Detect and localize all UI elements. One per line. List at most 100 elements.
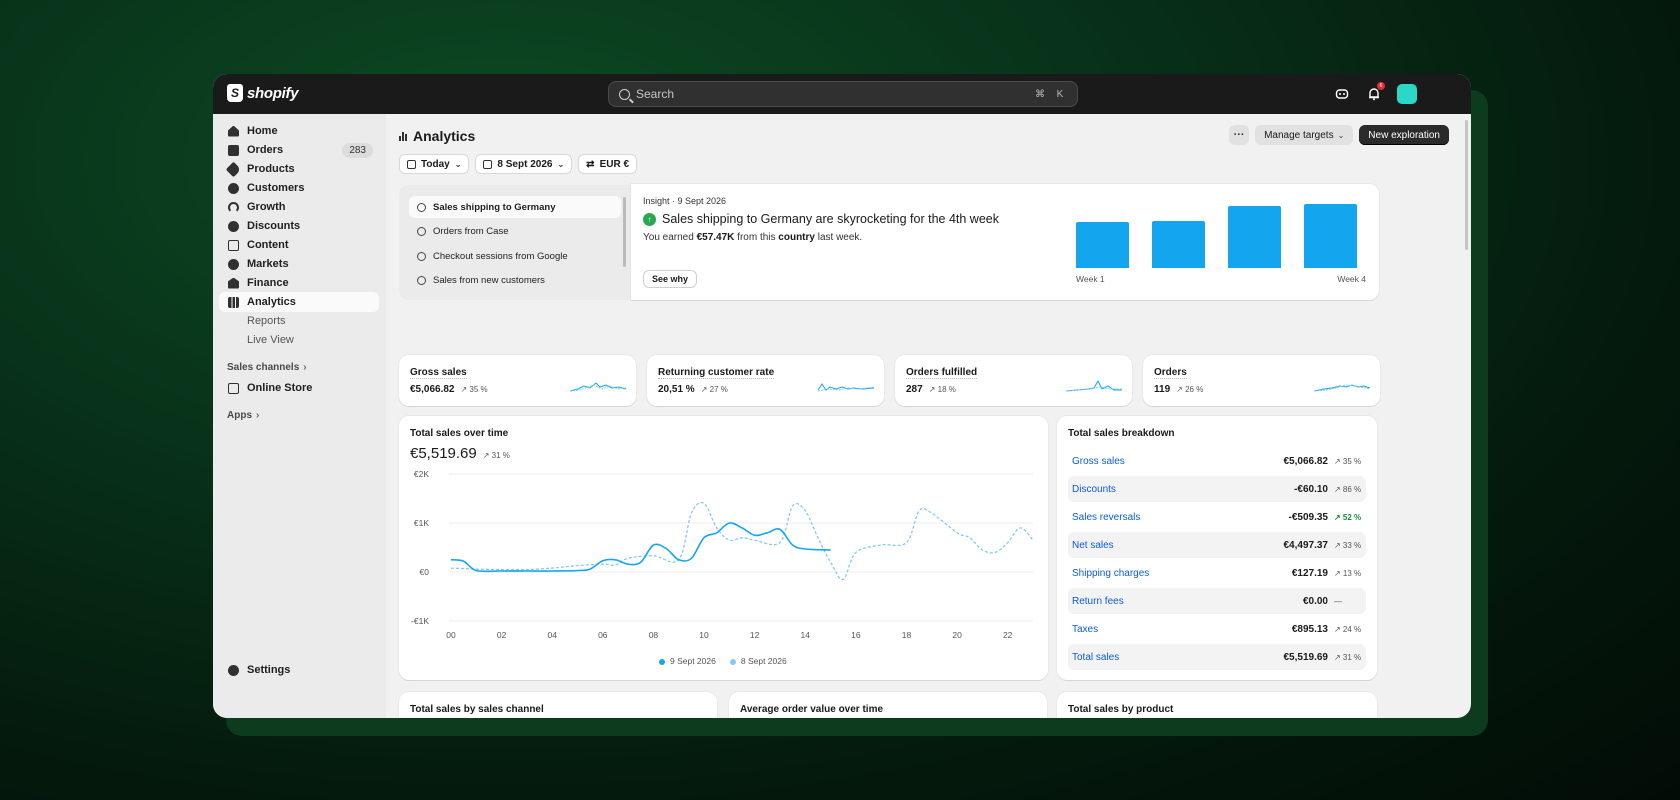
main-scrollbar[interactable]: [1465, 120, 1468, 250]
legend-item[interactable]: 9 Sept 2026: [659, 656, 716, 666]
series-line-8-sept: [450, 501, 1034, 580]
legend-dot: [729, 658, 736, 665]
breakdown-row[interactable]: Net sales €4,497.37 ↗ 33 %: [1068, 532, 1366, 558]
x-tick-label: 08: [649, 630, 659, 640]
apps-heading[interactable]: Apps ›: [227, 410, 259, 421]
breakdown-row[interactable]: Taxes €895.13 ↗ 24 %: [1068, 616, 1366, 642]
sidebar-item-settings[interactable]: Settings: [219, 660, 379, 680]
compare-date-picker[interactable]: 8 Sept 2026 ⌄: [475, 154, 573, 174]
search-icon: [619, 88, 630, 100]
insight-list-item[interactable]: Sales shipping to Germany: [409, 196, 621, 218]
trend-up-icon: [417, 226, 426, 236]
store-avatar[interactable]: [1397, 84, 1417, 104]
kpi-change: ↗ 35 %: [460, 385, 488, 394]
breakdown-row[interactable]: Shipping charges €127.19 ↗ 13 %: [1068, 560, 1366, 586]
currency-picker[interactable]: ⇄ EUR €: [578, 154, 638, 174]
insight-bar-chart: Week 1 Week 4: [1076, 198, 1366, 288]
sidebar: Home Orders 283 Products Customers Growt…: [213, 114, 386, 718]
x-tick-label: 02: [497, 630, 507, 640]
sales-channels-heading[interactable]: Sales channels ›: [227, 362, 307, 373]
breakdown-label[interactable]: Sales reversals: [1072, 512, 1289, 523]
sidebar-item-orders[interactable]: Orders 283: [219, 140, 379, 160]
insight-list-label: Orders from Case: [433, 225, 509, 237]
bell-icon[interactable]: 6: [1365, 82, 1385, 103]
sidebar-item-analytics[interactable]: Analytics: [219, 292, 379, 312]
insight-bar[interactable]: [1304, 204, 1357, 268]
kpi-sparkline: [570, 382, 626, 392]
new-exploration-button[interactable]: New exploration: [1359, 125, 1449, 145]
insight-list-item[interactable]: Checkout sessions from Google: [409, 245, 621, 267]
insight-list-scrollbar[interactable]: [623, 197, 626, 267]
trend-up-icon: [417, 251, 426, 261]
sidebar-item-label: Home: [247, 125, 278, 137]
insight-list-item[interactable]: Sales from new customers: [409, 269, 621, 291]
breakdown-label[interactable]: Shipping charges: [1072, 568, 1292, 579]
main-content: Analytics ··· Manage targets ⌄ New explo…: [386, 114, 1471, 718]
insight-body: You earned €57.47K from this country las…: [643, 232, 862, 243]
kpi-card-orders[interactable]: Orders 119 ↗ 26 %: [1143, 355, 1380, 406]
trend-up-icon: ↑: [643, 212, 656, 226]
kpi-card-gross-sales[interactable]: Gross sales €5,066.82 ↗ 35 %: [399, 355, 636, 406]
insight-bar[interactable]: [1228, 206, 1281, 268]
manage-targets-button[interactable]: Manage targets ⌄: [1255, 125, 1354, 145]
kpi-value: 119 ↗ 26 %: [1154, 384, 1203, 395]
search-input[interactable]: [636, 87, 1033, 101]
sidekick-icon[interactable]: [1333, 85, 1351, 103]
breakdown-row[interactable]: Total sales €5,519.69 ↗ 31 %: [1068, 644, 1366, 670]
breakdown-label[interactable]: Return fees: [1072, 596, 1303, 607]
legend-item[interactable]: 8 Sept 2026: [729, 656, 787, 666]
kpi-change: ↗ 18 %: [928, 385, 956, 394]
sidebar-item-products[interactable]: Products: [219, 159, 379, 179]
breakdown-row[interactable]: Gross sales €5,066.82 ↗ 35 %: [1068, 448, 1366, 474]
total-sales-breakdown-card: Total sales breakdown Gross sales €5,066.…: [1057, 416, 1377, 680]
sidebar-item-home[interactable]: Home: [219, 121, 379, 141]
breakdown-label[interactable]: Discounts: [1072, 484, 1294, 495]
breakdown-label[interactable]: Gross sales: [1072, 456, 1284, 467]
sidebar-item-label: Online Store: [247, 382, 313, 394]
sidebar-item-live-view[interactable]: Live View: [219, 330, 379, 350]
kpi-value: 20,51 % ↗ 27 %: [658, 384, 728, 395]
breakdown-label[interactable]: Net sales: [1072, 540, 1284, 551]
insight-title-text: Sales shipping to Germany are skyrocketi…: [662, 212, 999, 226]
chart-legend: 9 Sept 2026 8 Sept 2026: [659, 656, 787, 666]
notification-badge: 6: [1377, 82, 1385, 90]
x-tick-label: 18: [902, 630, 912, 640]
total-sales-line-chart[interactable]: €2K €1K €0 -€1K 00 02 04 06 08 10 12 14 16 18 20 22: [399, 464, 1048, 654]
kpi-card-orders-fulfilled[interactable]: Orders fulfilled 287 ↗ 18 %: [895, 355, 1132, 406]
more-actions-button[interactable]: ···: [1229, 125, 1250, 145]
breakdown-label[interactable]: Total sales: [1072, 652, 1284, 663]
legend-dot: [659, 658, 665, 665]
gear-icon: [228, 664, 239, 676]
sidebar-item-markets[interactable]: Markets: [219, 254, 379, 274]
sidebar-item-label: Finance: [247, 277, 289, 289]
insight-bar[interactable]: [1152, 221, 1205, 268]
breakdown-label[interactable]: Taxes: [1072, 624, 1292, 635]
breakdown-row[interactable]: Return fees €0.00 —: [1068, 588, 1366, 614]
y-tick-label: €2K: [414, 469, 429, 479]
insight-amount: €57.47K: [696, 232, 735, 243]
legend-label: 9 Sept 2026: [670, 656, 716, 666]
sidebar-item-content[interactable]: Content: [219, 235, 379, 255]
breakdown-row[interactable]: Discounts -€60.10 ↗ 86 %: [1068, 476, 1366, 502]
sidebar-item-customers[interactable]: Customers: [219, 178, 379, 198]
kpi-label: Orders: [1154, 367, 1187, 379]
header-actions: ··· Manage targets ⌄ New exploration: [1229, 125, 1449, 145]
sidebar-item-discounts[interactable]: Discounts: [219, 216, 379, 236]
shopify-logo[interactable]: shopify: [227, 84, 299, 102]
date-range-picker[interactable]: Today ⌄: [399, 154, 470, 174]
kpi-card-returning-customer-rate[interactable]: Returning customer rate 20,51 % ↗ 27 %: [647, 355, 884, 406]
card-title: Total sales by sales channel: [410, 704, 544, 715]
sidebar-item-growth[interactable]: Growth: [219, 197, 379, 217]
sidebar-item-online-store[interactable]: Online Store: [219, 378, 379, 398]
sidebar-item-finance[interactable]: Finance: [219, 273, 379, 293]
breakdown-row[interactable]: Sales reversals -€509.35 ↗ 52 %: [1068, 504, 1366, 530]
see-why-button[interactable]: See why: [643, 270, 698, 288]
growth-icon: [228, 201, 239, 213]
x-tick-label: 14: [801, 630, 811, 640]
sales-channels-label: Sales channels: [227, 362, 300, 373]
insight-bar[interactable]: [1076, 222, 1129, 268]
search-bar[interactable]: ⌘ K: [608, 81, 1078, 107]
sidebar-item-reports[interactable]: Reports: [219, 311, 379, 331]
total-sales-chart-card: Total sales over time €5,519.69 ↗ 31 % €2…: [399, 416, 1048, 680]
insight-list-item[interactable]: Orders from Case: [409, 220, 621, 242]
